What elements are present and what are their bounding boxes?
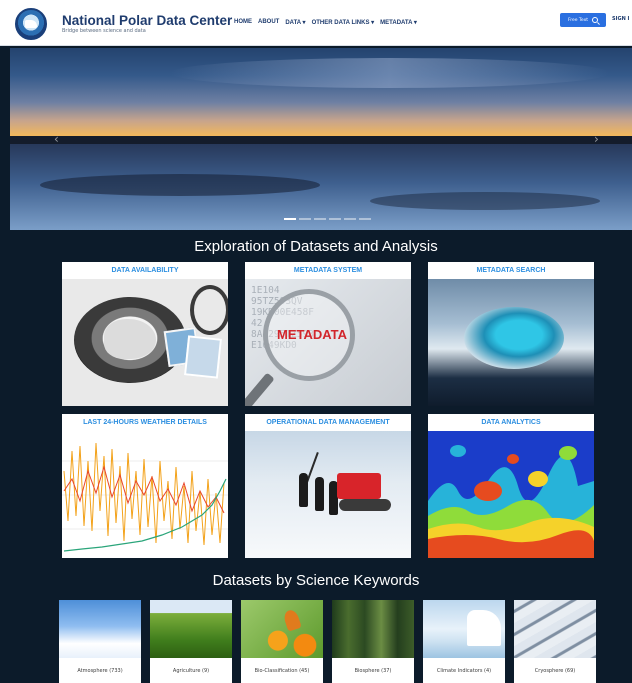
hero-horizon <box>10 136 632 144</box>
keyword-tile-agriculture[interactable]: Agriculture (9) <box>150 600 232 683</box>
keyword-label: Cryosphere (69) <box>534 667 576 674</box>
ice-cave <box>464 307 564 369</box>
nav-other-data-links[interactable]: OTHER DATA LINKS ▾ <box>312 19 375 26</box>
nav-about[interactable]: ABOUT <box>258 19 279 26</box>
site-header: National Polar Data Center Bridge betwee… <box>0 0 632 46</box>
operational-data-image <box>245 431 411 558</box>
wavelet-heatmap <box>428 431 594 558</box>
card-label: LAST 24-HOURS WEATHER DETAILS <box>83 419 207 426</box>
card-metadata-search[interactable]: METADATA SEARCH <box>428 262 594 406</box>
field-person <box>315 477 324 511</box>
carousel-dot[interactable] <box>359 218 371 220</box>
hero-carousel: ‹ › <box>10 48 632 230</box>
keyword-label: Biosphere (37) <box>354 667 392 674</box>
carousel-dot[interactable] <box>344 218 356 220</box>
card-label: OPERATIONAL DATA MANAGEMENT <box>266 419 390 426</box>
card-operational-data[interactable]: OPERATIONAL DATA MANAGEMENT <box>245 414 411 558</box>
nav-metadata[interactable]: METADATA ▾ <box>380 19 417 26</box>
keyword-label: Atmosphere (733) <box>77 667 123 674</box>
climate-indicators-image <box>423 600 505 658</box>
keyword-label: Agriculture (9) <box>172 667 210 674</box>
keyword-tile-climate-indicators[interactable]: Climate Indicators (4) <box>423 600 505 683</box>
keywords-section-title: Datasets by Science Keywords <box>212 572 420 589</box>
vehicle-track <box>339 499 391 511</box>
keyword-label: Bio-Classification (45) <box>254 667 310 674</box>
field-person <box>299 473 308 507</box>
biosphere-image <box>332 600 414 658</box>
atmosphere-image <box>59 600 141 658</box>
carousel-indicators <box>284 218 371 220</box>
card-label: DATA ANALYTICS <box>481 419 541 426</box>
card-weather-details[interactable]: LAST 24-HOURS WEATHER DETAILS <box>62 414 228 558</box>
hero-cloud <box>170 58 610 88</box>
metadata-word: METADATA <box>277 327 348 342</box>
free-text-search-button[interactable]: Free Text <box>560 13 606 27</box>
bio-classification-image <box>241 600 323 658</box>
keyword-tile-bio-classification[interactable]: Bio-Classification (45) <box>241 600 323 683</box>
keyword-tile-biosphere[interactable]: Biosphere (37) <box>332 600 414 683</box>
metadata-search-image <box>428 279 594 406</box>
card-label: DATA AVAILABILITY <box>111 267 179 274</box>
npdc-logo-icon[interactable] <box>15 8 47 40</box>
data-analytics-image <box>428 431 594 558</box>
carousel-dot[interactable] <box>314 218 326 220</box>
nav-data[interactable]: DATA ▾ <box>285 19 305 26</box>
sign-in-link[interactable]: SIGN I <box>612 16 629 22</box>
keyword-tile-cryosphere[interactable]: Cryosphere (69) <box>514 600 596 683</box>
data-availability-image <box>62 279 228 406</box>
metadata-system-image: 1E104 95TZ593QV 19KD00E458F 42 8A4295TZ5… <box>245 279 411 406</box>
site-title[interactable]: National Polar Data Center <box>62 13 232 28</box>
carousel-dot[interactable] <box>284 218 296 220</box>
site-tagline: Bridge between science and data <box>62 28 146 34</box>
card-data-analytics[interactable]: DATA ANALYTICS <box>428 414 594 558</box>
nav-home[interactable]: HOME <box>234 19 252 26</box>
map-sheet <box>184 335 222 379</box>
carousel-dot[interactable] <box>299 218 311 220</box>
cryosphere-image <box>514 600 596 658</box>
search-button-label: Free Text <box>567 17 589 23</box>
weather-chart-image <box>62 431 228 558</box>
chevron-left-icon[interactable]: ‹ <box>54 132 59 146</box>
magnifier-handle <box>245 372 275 406</box>
card-data-availability[interactable]: DATA AVAILABILITY <box>62 262 228 406</box>
chevron-right-icon[interactable]: › <box>594 132 599 146</box>
search-icon <box>592 17 599 23</box>
weather-lines <box>62 442 228 552</box>
keyword-label: Climate Indicators (4) <box>436 667 492 674</box>
keyword-tile-atmosphere[interactable]: Atmosphere (733) <box>59 600 141 683</box>
card-metadata-system[interactable]: METADATA SYSTEM 1E104 95TZ593QV 19KD00E4… <box>245 262 411 406</box>
carousel-dot[interactable] <box>329 218 341 220</box>
card-label: METADATA SYSTEM <box>293 267 363 274</box>
globe-ring <box>190 285 228 335</box>
card-label: METADATA SEARCH <box>476 267 546 274</box>
exploration-section-title: Exploration of Datasets and Analysis <box>194 238 438 255</box>
snow-vehicle <box>337 473 381 499</box>
main-nav: HOME ABOUT DATA ▾ OTHER DATA LINKS ▾ MET… <box>234 19 417 26</box>
agriculture-image <box>150 600 232 658</box>
